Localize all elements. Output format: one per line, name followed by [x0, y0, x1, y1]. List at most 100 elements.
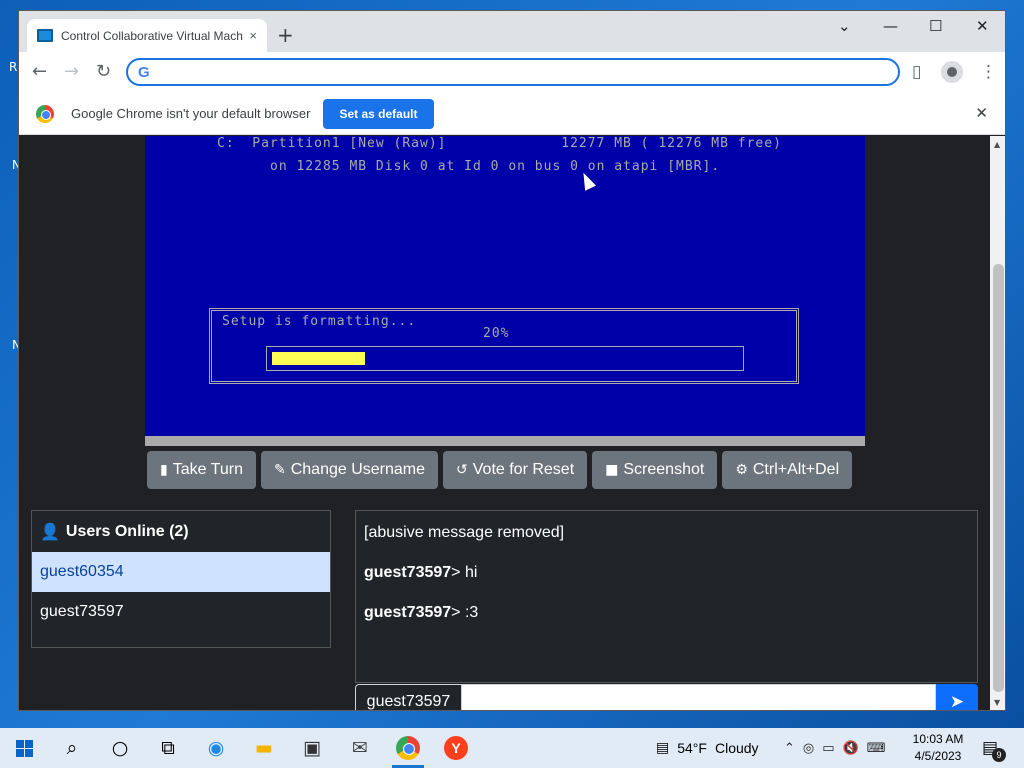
chat-text: [abusive message removed]	[364, 524, 565, 541]
file-explorer-icon[interactable]: ▬	[240, 728, 288, 768]
desktop-icon-label[interactable]: R	[9, 60, 17, 74]
volume-muted-icon[interactable]: 🔇	[843, 741, 859, 756]
chevron-up-icon[interactable]: ⌃	[784, 741, 795, 756]
send-button[interactable]: ➤	[936, 684, 978, 711]
chat-input-row: guest73597 ➤	[355, 684, 978, 711]
keyboard-icon[interactable]: ⌨	[867, 741, 886, 756]
vm-percent-text: 20%	[483, 326, 510, 341]
vm-controls: ▮ Take Turn ✎ Change Username ↺ Vote for…	[147, 451, 853, 489]
browser-toolbar: ← → ↻ G ▯ ⋮	[19, 52, 1005, 93]
cortana-icon[interactable]: ○	[96, 728, 144, 768]
gear-icon: ⚙	[735, 462, 748, 478]
new-tab-button[interactable]: +	[277, 23, 294, 47]
page-content: C: Partition1 [New (Raw)] 12277 MB ( 122…	[19, 136, 989, 711]
set-as-default-button[interactable]: Set as default	[323, 98, 434, 129]
chat-username: guest73597	[364, 604, 452, 621]
chat-log: [abusive message removed] guest73597> hi…	[355, 510, 978, 683]
close-window-button[interactable]: ✕	[976, 17, 989, 35]
scroll-up-icon[interactable]: ▲	[994, 140, 1000, 149]
vm-progress-bar	[266, 346, 744, 371]
user-list-item[interactable]: guest73597	[32, 592, 330, 632]
monitor-icon	[37, 29, 53, 42]
user-icon: 👤	[40, 522, 60, 541]
camera-icon: ■	[605, 462, 619, 478]
chrome-taskbar-icon[interactable]	[384, 728, 432, 768]
ctrl-alt-del-button[interactable]: ⚙ Ctrl+Alt+Del	[722, 451, 853, 489]
maximize-button[interactable]: ☐	[929, 17, 942, 35]
default-browser-infobar: Google Chrome isn't your default browser…	[19, 93, 1005, 135]
infobar-message: Google Chrome isn't your default browser	[71, 106, 311, 121]
screenshot-button[interactable]: ■ Screenshot	[592, 451, 718, 489]
chat-separator: >	[451, 564, 461, 581]
tab-strip: Control Collaborative Virtual Machine × …	[19, 11, 1005, 52]
vm-partition-line: C: Partition1 [New (Raw)] 12277 MB ( 122…	[217, 136, 782, 151]
browser-window: Control Collaborative Virtual Machine × …	[18, 10, 1006, 711]
take-turn-button[interactable]: ▮ Take Turn	[147, 451, 256, 489]
vm-status-bar	[145, 436, 865, 446]
vm-status-text: Setup is formatting...	[222, 314, 417, 329]
chat-message: guest73597> :3	[364, 603, 969, 622]
weather-widget[interactable]: ▤ 54°F Cloudy	[656, 728, 759, 768]
user-list-item[interactable]: guest60354	[32, 552, 330, 592]
screenshot-label: Screenshot	[623, 461, 705, 478]
menu-icon[interactable]: ⋮	[980, 62, 997, 82]
users-online-header: 👤 Users Online (2)	[32, 511, 330, 552]
page-scrollbar[interactable]: ▲ ▼	[990, 136, 1005, 710]
start-button[interactable]	[0, 728, 48, 768]
vm-disk-line: on 12285 MB Disk 0 at Id 0 on bus 0 on a…	[270, 159, 721, 174]
mouse-icon: ▮	[160, 462, 168, 478]
meet-now-icon[interactable]: ◎	[803, 741, 814, 756]
scrollbar-thumb[interactable]	[993, 264, 1004, 692]
chat-message: guest73597> hi	[364, 563, 969, 582]
vote-reset-label: Vote for Reset	[472, 461, 575, 478]
edge-icon[interactable]: ◉	[192, 728, 240, 768]
vm-display[interactable]: C: Partition1 [New (Raw)] 12277 MB ( 122…	[145, 136, 865, 436]
weather-temperature: 54°F	[677, 740, 707, 756]
users-online-panel: 👤 Users Online (2) guest60354 guest73597	[31, 510, 331, 648]
ctrl-alt-del-label: Ctrl+Alt+Del	[752, 461, 840, 478]
browser-tab[interactable]: Control Collaborative Virtual Machine ×	[27, 19, 267, 52]
paper-plane-icon: ➤	[949, 692, 965, 711]
search-icon[interactable]: ⌕	[48, 728, 96, 768]
change-username-button[interactable]: ✎ Change Username	[260, 451, 439, 489]
user-edit-icon: ✎	[273, 462, 286, 478]
store-icon[interactable]: ▣	[288, 728, 336, 768]
network-icon[interactable]: ▭	[822, 741, 834, 756]
mail-icon[interactable]: ✉	[336, 728, 384, 768]
yandex-icon[interactable]: Y	[432, 728, 480, 768]
address-input[interactable]	[157, 64, 898, 80]
close-icon[interactable]: ✕	[975, 104, 988, 122]
google-g-icon: G	[138, 63, 150, 81]
side-panel-icon[interactable]: ▯	[912, 62, 921, 82]
close-icon[interactable]: ×	[249, 28, 257, 43]
reload-icon[interactable]: ↻	[96, 61, 111, 82]
scroll-down-icon[interactable]: ▼	[994, 698, 1000, 707]
vm-format-dialog: Setup is formatting... 20%	[209, 308, 799, 384]
clock-date: 4/5/2023	[914, 749, 962, 763]
chat-message-input[interactable]	[462, 684, 936, 710]
system-tray: ⌃ ◎ ▭ 🔇 ⌨	[784, 728, 886, 768]
undo-icon: ↺	[456, 462, 468, 478]
tab-search-dropdown-icon[interactable]: ⌄	[838, 17, 851, 35]
clock-time: 10:03 AM	[912, 732, 964, 746]
profile-icon[interactable]	[941, 61, 963, 83]
chat-username: guest73597	[364, 564, 452, 581]
tab-title: Control Collaborative Virtual Machine	[61, 28, 244, 43]
chat-text: hi	[460, 564, 478, 581]
chat-separator: >	[451, 604, 461, 621]
back-arrow-icon[interactable]: ←	[32, 61, 47, 82]
address-bar[interactable]: G	[126, 58, 900, 86]
windows-logo-icon	[15, 739, 33, 757]
users-online-title: Users Online (2)	[65, 522, 189, 540]
forward-arrow-icon[interactable]: →	[64, 61, 79, 82]
change-username-label: Change Username	[290, 461, 426, 478]
vote-reset-button[interactable]: ↺ Vote for Reset	[443, 451, 588, 489]
chrome-logo-icon	[36, 104, 54, 123]
taskbar-clock[interactable]: 10:03 AM 4/5/2023	[906, 731, 970, 765]
weather-icon: ▤	[656, 740, 670, 756]
minimize-button[interactable]: —	[883, 17, 898, 35]
chat-message: [abusive message removed]	[364, 523, 969, 542]
take-turn-label: Take Turn	[172, 461, 243, 478]
chat-text: :3	[460, 604, 479, 621]
task-view-icon[interactable]: ⧉	[144, 728, 192, 768]
